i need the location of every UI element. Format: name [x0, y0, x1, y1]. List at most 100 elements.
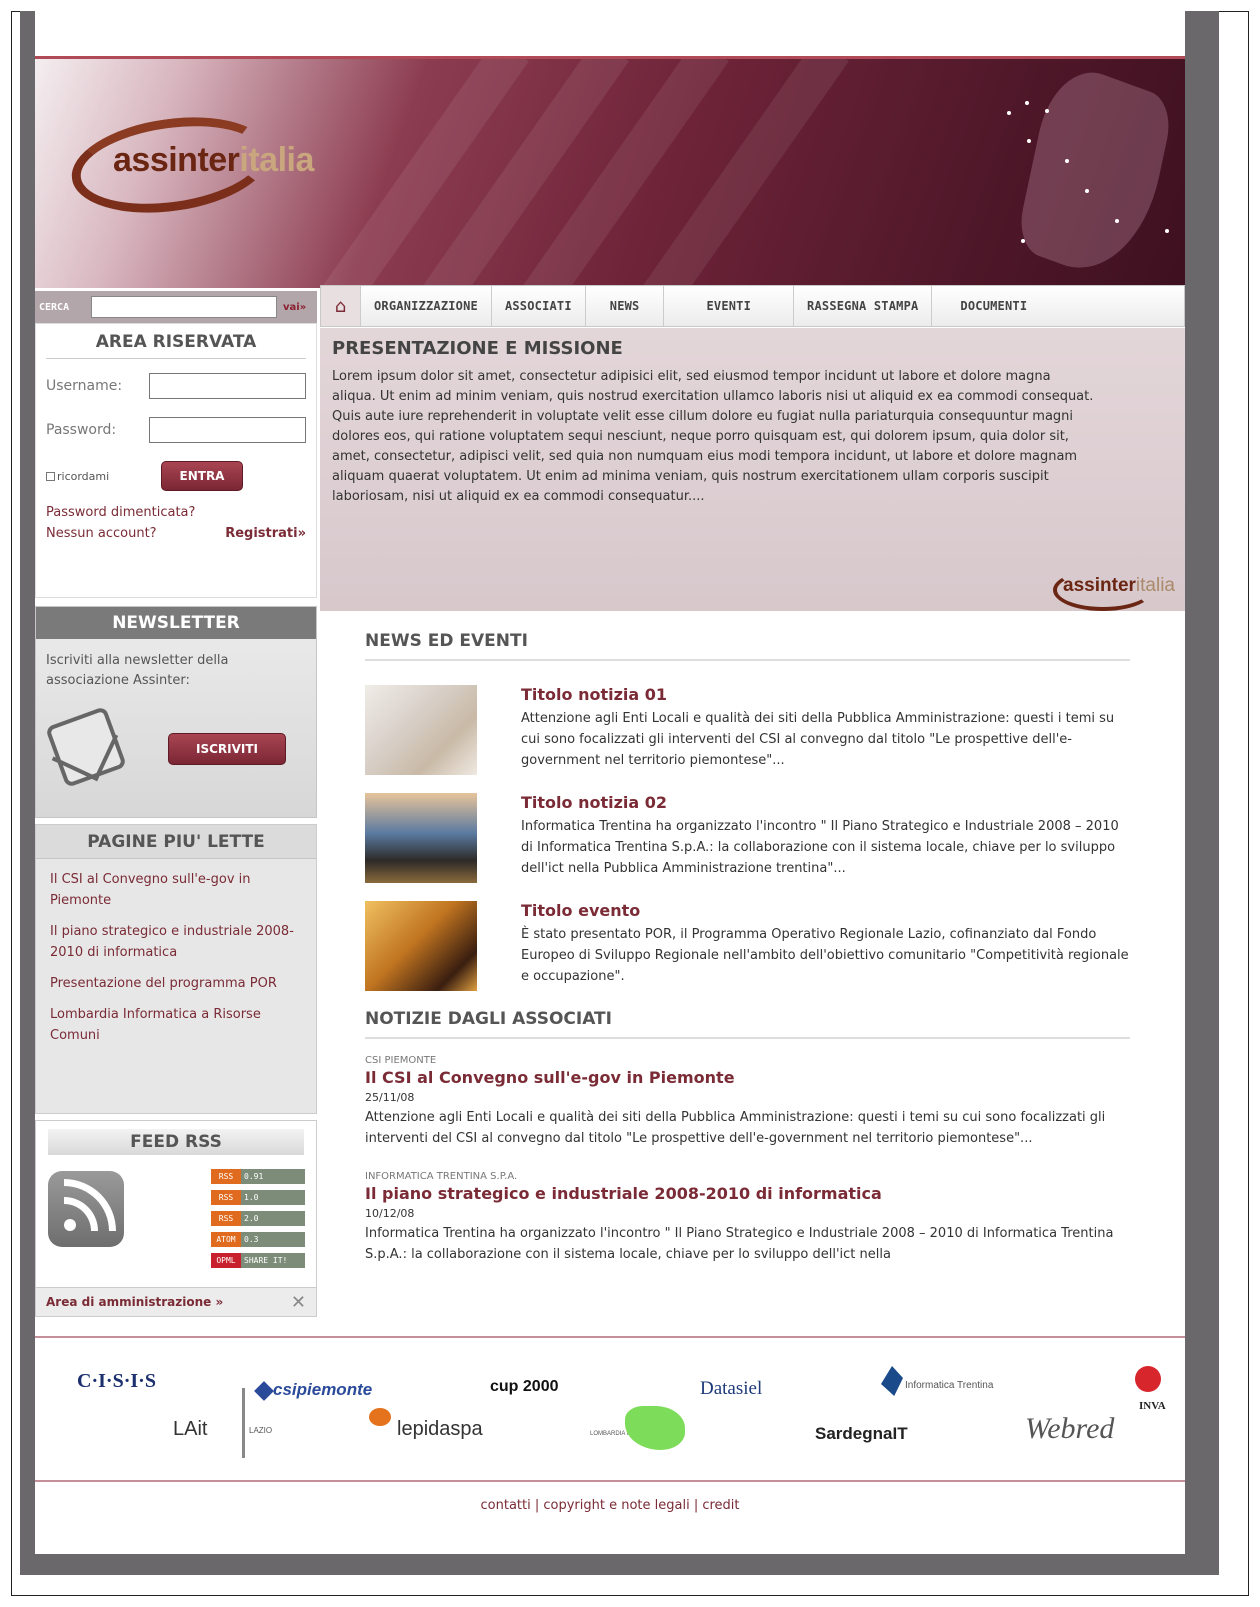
- logo-text-2: italia: [239, 141, 314, 179]
- news-thumbnail[interactable]: [365, 685, 477, 775]
- nav-item-news[interactable]: NEWS: [586, 286, 665, 326]
- register-link[interactable]: Registrati»: [225, 526, 306, 541]
- page: assinteritalia CERCA vai» AREA RISERVATA…: [35, 11, 1185, 1554]
- opml-badge[interactable]: OPML SHARE IT!: [211, 1253, 305, 1268]
- nav-item-organizzazione[interactable]: ORGANIZZAZIONE: [361, 286, 492, 326]
- logo-webred[interactable]: Webred: [1025, 1412, 1114, 1446]
- rss-badge[interactable]: RSS 1.0: [211, 1190, 305, 1205]
- search-input[interactable]: [91, 296, 277, 318]
- nav-item-documenti[interactable]: DOCUMENTI: [932, 286, 1055, 326]
- remember-label: ricordami: [57, 469, 110, 483]
- associate-news-date: 10/12/08: [365, 1207, 415, 1220]
- logo-inva[interactable]: INVA: [1139, 1400, 1166, 1412]
- banner-ray: [621, 59, 849, 288]
- search-bar: CERCA vai»: [35, 291, 317, 323]
- footer-links[interactable]: contatti | copyright e note legali | cre…: [35, 1486, 1185, 1526]
- logo-sardegnait[interactable]: SardegnaIT: [815, 1424, 908, 1444]
- associate-news-text: Informatica Trentina ha organizzato l'in…: [365, 1226, 1114, 1262]
- rss-title: FEED RSS: [48, 1129, 304, 1155]
- associate-source: CSI PIEMONTE: [365, 1055, 437, 1066]
- forgot-password-link[interactable]: Password dimenticata?: [46, 505, 195, 520]
- nav-item-eventi[interactable]: EVENTI: [664, 286, 795, 326]
- small-logo: assinteritalia: [1053, 569, 1175, 611]
- news-item-title[interactable]: Titolo notizia 02: [521, 793, 1130, 812]
- associate-news-text: Attenzione agli Enti Locali e qualità de…: [365, 1110, 1106, 1146]
- presentation-section: PRESENTAZIONE E MISSIONE Lorem ipsum dol…: [320, 328, 1185, 611]
- informatica-trentina-icon: [881, 1366, 903, 1396]
- news-item-text: È stato presentato POR, il Programma Ope…: [521, 927, 1129, 984]
- username-label: Username:: [46, 378, 123, 394]
- logo-datasiel[interactable]: Datasiel: [700, 1378, 762, 1400]
- password-field[interactable]: [148, 417, 306, 443]
- associate-news-title[interactable]: Il piano strategico e industriale 2008-2…: [365, 1184, 1130, 1203]
- associate-news-date: 25/11/08: [365, 1091, 415, 1104]
- news-thumbnail[interactable]: [365, 793, 477, 883]
- italy-map-graphic: [965, 59, 1176, 288]
- username-field[interactable]: [148, 373, 306, 399]
- partner-logos: C·I·S·I·S csipiemonte cup 2000 Datasiel …: [35, 1336, 1185, 1482]
- login-box: AREA RISERVATA Username: Password: ricor…: [35, 323, 317, 598]
- news-title: NEWS ED EVENTI: [365, 631, 1130, 661]
- atom-badge[interactable]: ATOM 0.3: [211, 1232, 305, 1247]
- rss-box: FEED RSS RSS 0.91 RSS 1.0 RSS 2.0 ATOM 0.3 O…: [35, 1120, 317, 1288]
- login-title: AREA RISERVATA: [46, 332, 306, 359]
- associate-source: INFORMATICA TRENTINA S.P.A.: [365, 1171, 518, 1182]
- news-item: Titolo notizia 01 Attenzione agli Enti Lo…: [365, 685, 1130, 775]
- associate-news-title[interactable]: Il CSI al Convegno sull'e-gov in Piemont…: [365, 1068, 1130, 1087]
- news-section: NEWS ED EVENTI Titolo notizia 01 Attenzio…: [365, 631, 1130, 1265]
- most-read-link[interactable]: Il piano strategico e industriale 2008-2…: [50, 921, 302, 963]
- subscribe-button[interactable]: ISCRIVITI: [168, 733, 286, 765]
- csi-diamond-icon: [254, 1381, 274, 1401]
- envelope-icon: [44, 705, 132, 789]
- most-read-link[interactable]: Il CSI al Convegno sull'e-gov in Piemont…: [50, 869, 302, 911]
- associates-section: NOTIZIE DAGLI ASSOCIATI CSI PIEMONTE Il …: [365, 1009, 1130, 1265]
- login-button[interactable]: ENTRA: [161, 461, 243, 491]
- rss-badge[interactable]: RSS 2.0: [211, 1211, 305, 1226]
- presentation-text: Lorem ipsum dolor sit amet, consectetur …: [332, 369, 1094, 504]
- admin-bar[interactable]: Area di amministrazione » ✕: [35, 1287, 317, 1317]
- lait-bar-icon: [242, 1388, 245, 1458]
- no-account-text: Nessun account?: [46, 526, 157, 541]
- logo-lait[interactable]: LAit: [173, 1418, 207, 1441]
- news-item-text: Attenzione agli Enti Locali e qualità de…: [521, 711, 1115, 768]
- logo-csipiemonte[interactable]: csipiemonte: [273, 1380, 372, 1400]
- search-go-button[interactable]: vai»: [283, 302, 306, 313]
- most-read-link[interactable]: Presentazione del programma POR: [50, 973, 302, 994]
- logo-informatica-trentina[interactable]: Informatica Trentina: [905, 1380, 993, 1391]
- news-item-title[interactable]: Titolo notizia 01: [521, 685, 1130, 704]
- lombardia-map-icon: [625, 1406, 685, 1450]
- rss-badge[interactable]: RSS 0.91: [211, 1169, 305, 1184]
- search-label: CERCA: [39, 301, 70, 313]
- site-logo[interactable]: assinteritalia: [65, 105, 391, 225]
- news-thumbnail[interactable]: [365, 901, 477, 991]
- home-icon[interactable]: ⌂: [321, 286, 361, 326]
- logo-text-1: assinter: [113, 141, 240, 179]
- logo-lazio: LAZIO: [249, 1426, 273, 1435]
- password-label: Password:: [46, 422, 117, 438]
- logo-cisis[interactable]: C·I·S·I·S: [77, 1370, 156, 1393]
- most-read-box: PAGINE PIU' LETTE Il CSI al Convegno sul…: [35, 824, 317, 1114]
- newsletter-box: NEWSLETTER Iscriviti alla newsletter del…: [35, 606, 317, 818]
- newsletter-title: NEWSLETTER: [36, 607, 316, 639]
- nav-item-associati[interactable]: ASSOCIATI: [492, 286, 586, 326]
- most-read-link[interactable]: Lombardia Informatica a Risorse Comuni: [50, 1004, 302, 1046]
- rss-icon[interactable]: [48, 1171, 124, 1247]
- lepida-drop-icon: [369, 1408, 391, 1426]
- presentation-title: PRESENTAZIONE E MISSIONE: [332, 338, 623, 359]
- header-banner: assinteritalia: [35, 56, 1185, 288]
- logo-cup2000[interactable]: cup 2000: [490, 1378, 558, 1396]
- associates-title: NOTIZIE DAGLI ASSOCIATI: [365, 1009, 1130, 1039]
- inva-sphere-icon: [1135, 1366, 1161, 1392]
- top-bar: [35, 11, 1185, 56]
- admin-link[interactable]: Area di amministrazione »: [46, 1295, 223, 1309]
- logo-lepida[interactable]: lepidaspa: [397, 1418, 483, 1441]
- nav-item-rassegna-stampa[interactable]: RASSEGNA STAMPA: [794, 286, 933, 326]
- main-nav: ⌂ ORGANIZZAZIONE ASSOCIATI NEWS EVENTI R…: [320, 285, 1185, 327]
- remember-checkbox[interactable]: [46, 471, 55, 481]
- italy-map-shape: [1014, 59, 1176, 288]
- most-read-title: PAGINE PIU' LETTE: [36, 825, 316, 859]
- newsletter-text: Iscriviti alla newsletter della associaz…: [46, 653, 229, 688]
- news-item-text: Informatica Trentina ha organizzato l'in…: [521, 819, 1119, 876]
- news-item: Titolo notizia 02 Informatica Trentina ha…: [365, 793, 1130, 883]
- news-item-title[interactable]: Titolo evento: [521, 901, 1130, 920]
